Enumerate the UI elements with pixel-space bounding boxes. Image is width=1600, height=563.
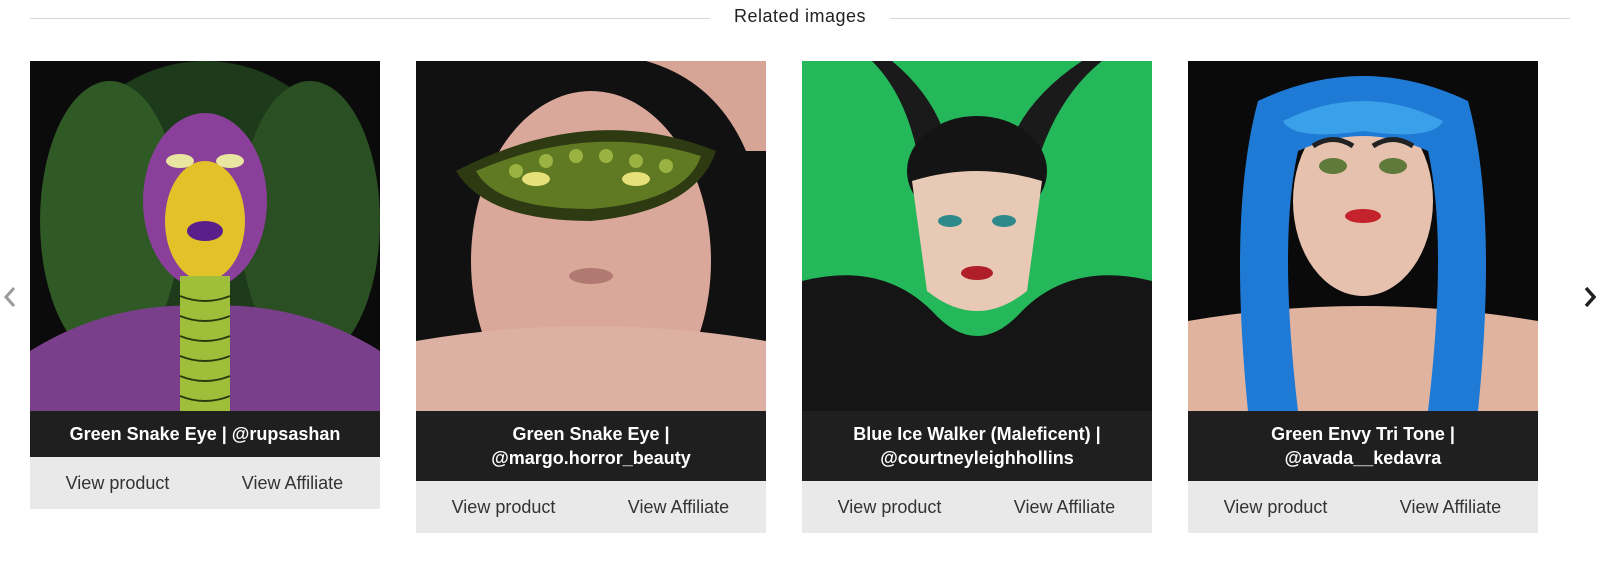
- chevron-right-icon: [1584, 286, 1597, 308]
- card-actions: View product View Affiliate: [802, 481, 1152, 533]
- carousel-next-button[interactable]: [1580, 282, 1600, 312]
- view-affiliate-button[interactable]: View Affiliate: [205, 473, 380, 494]
- card-title: Blue Ice Walker (Maleficent) | @courtney…: [802, 411, 1152, 481]
- carousel-prev-button[interactable]: [0, 282, 20, 312]
- view-affiliate-button[interactable]: View Affiliate: [977, 497, 1152, 518]
- card-actions: View product View Affiliate: [1188, 481, 1538, 533]
- divider-right: [890, 18, 1570, 19]
- blue-hair-photo[interactable]: [1188, 61, 1538, 411]
- view-product-button[interactable]: View product: [802, 497, 977, 518]
- related-image-card[interactable]: Blue Ice Walker (Maleficent) | @courtney…: [802, 61, 1152, 533]
- section-title: Related images: [733, 6, 867, 26]
- view-affiliate-button[interactable]: View Affiliate: [591, 497, 766, 518]
- view-product-button[interactable]: View product: [30, 473, 205, 494]
- related-image-card[interactable]: Green Snake Eye | @rupsashan View produc…: [30, 61, 380, 509]
- view-affiliate-button[interactable]: View Affiliate: [1363, 497, 1538, 518]
- snake-makeup-photo[interactable]: [30, 61, 380, 411]
- card-title: Green Snake Eye | @rupsashan: [30, 411, 380, 457]
- card-title: Green Snake Eye | @margo.horror_beauty: [416, 411, 766, 481]
- card-actions: View product View Affiliate: [30, 457, 380, 509]
- snake-mask-photo[interactable]: [416, 61, 766, 411]
- maleficent-photo[interactable]: [802, 61, 1152, 411]
- view-product-button[interactable]: View product: [416, 497, 591, 518]
- chevron-left-icon: [3, 287, 16, 307]
- section-header: Related images: [30, 4, 1570, 34]
- card-actions: View product View Affiliate: [416, 481, 766, 533]
- related-image-card[interactable]: Green Envy Tri Tone | @avada__kedavra Vi…: [1188, 61, 1538, 533]
- view-product-button[interactable]: View product: [1188, 497, 1363, 518]
- related-image-card[interactable]: Green Snake Eye | @margo.horror_beauty V…: [416, 61, 766, 533]
- card-title: Green Envy Tri Tone | @avada__kedavra: [1188, 411, 1538, 481]
